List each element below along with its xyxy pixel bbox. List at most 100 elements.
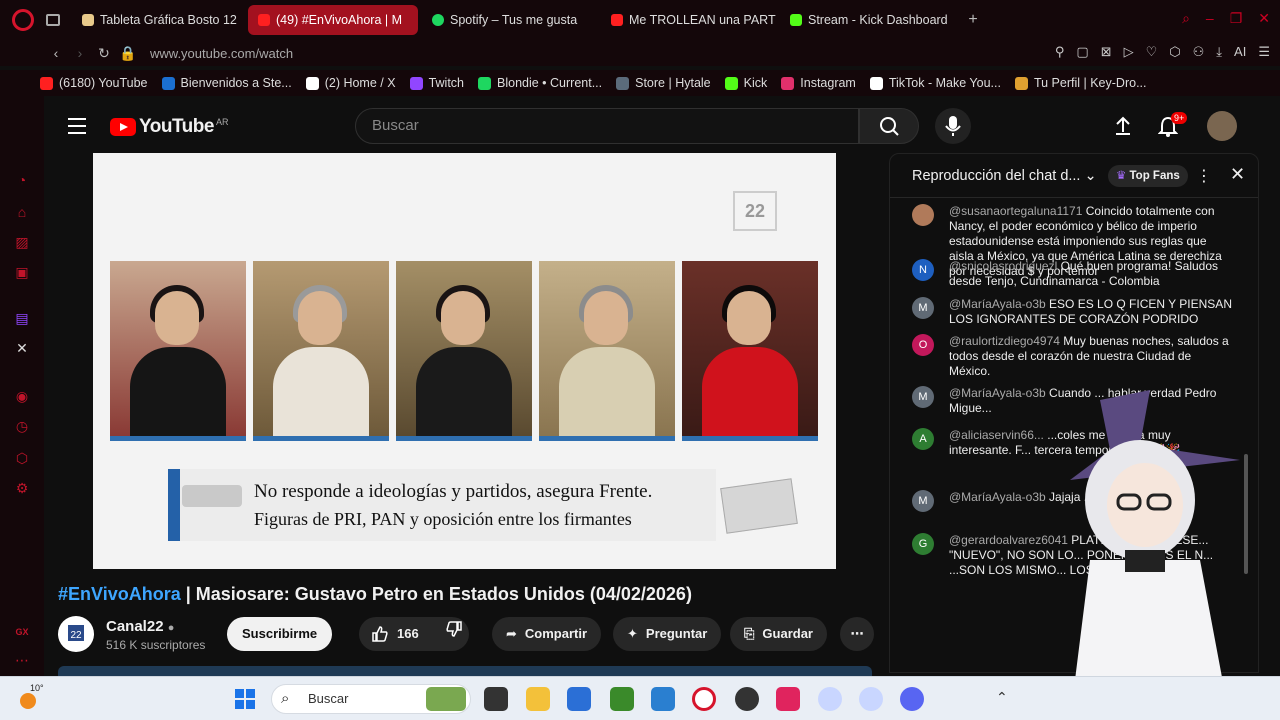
search-input[interactable]: Buscar	[355, 108, 859, 144]
chat-username[interactable]: @snicolasrodriguezl	[949, 259, 1057, 273]
youtube-logo[interactable]: YouTube AR	[110, 116, 228, 138]
top-fans-badge[interactable]: ♛ Top Fans	[1108, 165, 1188, 187]
chat-avatar[interactable]: M	[912, 297, 934, 319]
bookmark-item[interactable]: Twitch	[409, 76, 464, 90]
player-icon[interactable]: ◉	[14, 388, 30, 404]
app-icon-1[interactable]	[818, 687, 842, 711]
bookmark-item[interactable]: (6180) YouTube	[40, 76, 148, 90]
messenger-icon[interactable]: ▣	[14, 264, 30, 280]
bookmark-item[interactable]: Store | Hytale	[616, 76, 711, 90]
chat-avatar[interactable]: M	[912, 386, 934, 408]
gx-corner-icon[interactable]: ▨	[14, 234, 30, 250]
file-explorer-icon[interactable]	[526, 687, 550, 711]
maximize-icon[interactable]: ❐	[1230, 10, 1243, 27]
tab-label: Stream - Kick Dashboard	[808, 13, 948, 27]
more-actions-button[interactable]: ⋯	[840, 617, 874, 651]
chat-avatar[interactable]: N	[912, 259, 934, 281]
extensions-sidebar-icon[interactable]: ⬡	[14, 450, 30, 466]
chat-avatar[interactable]: O	[912, 334, 934, 356]
minecraft-icon[interactable]	[610, 687, 634, 711]
chat-title[interactable]: Reproducción del chat d... ⌄	[912, 168, 1097, 184]
url-field[interactable]: www.youtube.com/watch	[150, 46, 293, 61]
chat-avatar[interactable]: A	[912, 428, 934, 450]
heart-icon[interactable]: ♡	[1146, 44, 1158, 60]
channel-name[interactable]: Canal22 ●	[106, 618, 174, 635]
settings-icon[interactable]: ⚙	[14, 480, 30, 496]
play-icon[interactable]: ▷	[1124, 44, 1134, 60]
upload-icon[interactable]	[1113, 116, 1133, 141]
like-button[interactable]: 166	[371, 617, 419, 651]
title-hashtag[interactable]: #EnVivoAhora	[58, 584, 181, 604]
reload-icon[interactable]: ↻	[92, 45, 116, 62]
bookmark-item[interactable]: Blondie • Current...	[478, 76, 602, 90]
back-icon[interactable]: ‹	[44, 45, 68, 61]
crown-icon: ♛	[1116, 170, 1127, 182]
screen: Tableta Gráfica Bosto 12 (49) #EnVivoAho…	[0, 0, 1280, 720]
bookmark-item[interactable]: Kick	[724, 76, 767, 90]
youtube-play-icon	[110, 118, 136, 136]
pin-icon[interactable]: ⚲	[1055, 44, 1065, 60]
tab-trollean[interactable]: Me TROLLEAN una PARTI	[601, 5, 776, 35]
store-icon[interactable]	[567, 687, 591, 711]
ai-button[interactable]: AI	[1234, 44, 1246, 60]
account-avatar[interactable]	[1207, 111, 1237, 141]
windows-start-icon[interactable]	[233, 687, 257, 711]
chat-username[interactable]: @MaríaAyala-o3b	[949, 297, 1046, 311]
download-icon[interactable]: ⤓	[1216, 44, 1222, 60]
tab-kick[interactable]: Stream - Kick Dashboard	[780, 5, 955, 35]
channel-avatar[interactable]: 22	[58, 616, 94, 652]
forward-icon[interactable]: ›	[68, 45, 92, 61]
extensions-icon[interactable]: ⬡	[1169, 44, 1180, 60]
discord-icon[interactable]	[900, 687, 924, 711]
chat-avatar[interactable]	[912, 204, 934, 226]
minimize-icon[interactable]: –	[1206, 10, 1214, 27]
search-button[interactable]	[859, 108, 919, 144]
save-button[interactable]: ⎘ Guardar	[730, 617, 827, 651]
bookmark-item[interactable]: Tu Perfil | Key-Dro...	[1014, 76, 1146, 90]
bookmark-item[interactable]: (2) Home / X	[305, 76, 396, 90]
chat-menu-icon[interactable]: ⋮	[1196, 166, 1212, 186]
video-player[interactable]: 22 No responde a ideologías y partidos, …	[93, 153, 836, 569]
opera-menu-icon[interactable]	[12, 9, 34, 31]
x-icon[interactable]: ✕	[14, 340, 30, 356]
app-icon-2[interactable]	[859, 687, 883, 711]
description-box[interactable]	[58, 666, 872, 676]
easy-setup-icon[interactable]: ☰	[1258, 44, 1270, 60]
tab-overview-icon[interactable]	[46, 14, 60, 26]
close-window-icon[interactable]: ✕	[1258, 10, 1270, 27]
obs-icon[interactable]	[735, 687, 759, 711]
photos-icon[interactable]	[651, 687, 675, 711]
search-tabs-icon[interactable]: ⌕	[1182, 10, 1190, 27]
adblock-icon[interactable]: ⊠	[1101, 44, 1112, 60]
dislike-button[interactable]	[445, 617, 463, 651]
new-tab-button[interactable]: +	[963, 11, 983, 29]
chat-username[interactable]: @raulortizdiego4974	[949, 334, 1060, 348]
gx-control-icon[interactable]: ◔	[14, 172, 30, 188]
more-sidebar-icon[interactable]: ⋯	[14, 652, 30, 668]
voice-search-button[interactable]	[935, 108, 971, 144]
snapshot-icon[interactable]: ▢	[1076, 44, 1088, 60]
chat-close-icon[interactable]: ✕	[1230, 164, 1245, 185]
tab-spotify[interactable]: Spotify – Tus me gusta	[422, 5, 597, 35]
opera-gx-taskbar-icon[interactable]	[692, 687, 716, 711]
tab-tableta[interactable]: Tableta Gráfica Bosto 12	[72, 5, 244, 35]
chat-avatar[interactable]: G	[912, 533, 934, 555]
history-icon[interactable]: ◷	[14, 418, 30, 434]
tray-chevron-icon[interactable]: ⌃	[996, 689, 1008, 706]
chat-avatar[interactable]: M	[912, 490, 934, 512]
subscribe-button[interactable]: Suscribirme	[227, 617, 333, 651]
share-button[interactable]: ➦ Compartir	[492, 617, 602, 651]
twitch-icon[interactable]: ▤	[14, 310, 30, 326]
tab-youtube-active[interactable]: (49) #EnVivoAhora | M	[248, 5, 418, 35]
tiktok-live-icon[interactable]	[776, 687, 800, 711]
like-count: 166	[397, 626, 419, 641]
task-view-icon[interactable]	[484, 687, 508, 711]
ask-button[interactable]: ✦ Preguntar	[613, 617, 722, 651]
bookmark-item[interactable]: Bienvenidos a Ste...	[161, 76, 292, 90]
menu-icon[interactable]	[68, 118, 86, 139]
bookmark-item[interactable]: TikTok - Make You...	[869, 76, 1001, 90]
chat-username[interactable]: @susanaortegaluna1171	[949, 204, 1082, 218]
gx-store-icon[interactable]: ⌂	[14, 204, 30, 220]
bookmark-item[interactable]: Instagram	[781, 76, 856, 90]
profile-icon[interactable]: ⚇	[1193, 44, 1205, 60]
